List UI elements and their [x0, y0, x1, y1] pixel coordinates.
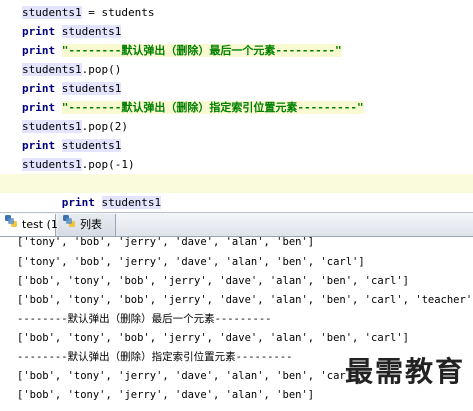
console-line: --------默认弹出（删除）最后一个元素--------- [17, 313, 272, 325]
code-token: .pop(2) [81, 120, 128, 133]
code-token: = students [81, 6, 155, 19]
console-line: ['bob', 'tony', 'bob', 'jerry', 'dave', … [17, 332, 409, 344]
code-line[interactable]: students1.pop(-1) [22, 155, 135, 174]
code-token: .pop() [81, 63, 122, 76]
tab-label: test (1) [22, 218, 63, 231]
identifier-token: students1 [61, 82, 122, 95]
keyword-token: print [61, 196, 95, 209]
code-line[interactable]: print students1 [22, 22, 122, 41]
keyword-token: print [22, 44, 56, 57]
ide-window: students1 = students print students1 print… [0, 0, 473, 411]
identifier-token: students1 [22, 63, 82, 76]
string-token: "--------默认弹出（删除）最后一个元素---------" [61, 44, 342, 57]
keyword-token: print [22, 101, 56, 114]
code-line[interactable]: print students1 [22, 136, 122, 155]
identifier-token: students1 [22, 6, 82, 19]
string-token: "--------默认弹出（删除）指定索引位置元素---------" [61, 101, 364, 114]
code-line[interactable]: print students1 [22, 79, 122, 98]
identifier-token: students1 [22, 158, 82, 171]
console-tab-bar: test (1) 列表 [0, 212, 473, 237]
console-line: ['bob', 'tony', 'jerry', 'dave', 'alan',… [17, 370, 365, 382]
python-file-icon [62, 214, 76, 236]
tab-label: 列表 [80, 218, 102, 231]
keyword-token: print [22, 82, 56, 95]
watermark-logo: 最需教育 [344, 355, 465, 388]
console-line: ['bob', 'tony', 'bob', 'jerry', 'dave', … [17, 275, 409, 287]
keyword-token: print [22, 25, 56, 38]
console-line: ['tony', 'bob', 'jerry', 'dave', 'alan',… [17, 237, 315, 248]
tab-list[interactable]: 列表 [58, 214, 116, 236]
code-line[interactable]: students1.pop(2) [22, 117, 128, 136]
console-line: ['bob', 'tony', 'jerry', 'dave', 'alan',… [17, 389, 315, 401]
code-token: .pop(-1) [81, 158, 135, 171]
python-file-icon [4, 214, 18, 236]
console-line: ['bob', 'tony', 'bob', 'jerry', 'dave', … [17, 294, 473, 306]
tab-test-1[interactable]: test (1) [0, 214, 62, 236]
keyword-token: print [22, 139, 56, 152]
identifier-token: students1 [22, 120, 82, 133]
console-line: --------默认弹出（删除）指定索引位置元素--------- [17, 351, 293, 363]
code-line[interactable]: students1.pop() [22, 60, 121, 79]
code-line[interactable]: print "--------默认弹出（删除）指定索引位置元素---------… [22, 98, 364, 117]
code-line[interactable]: print "--------默认弹出（删除）最后一个元素---------" [22, 41, 342, 60]
identifier-token: students1 [61, 139, 122, 152]
current-line-highlight[interactable]: print students1 [0, 174, 473, 209]
identifier-token: students1 [61, 25, 122, 38]
console-line: ['tony', 'bob', 'jerry', 'dave', 'alan',… [17, 256, 365, 268]
code-line[interactable]: students1 = students [22, 3, 154, 22]
code-editor[interactable]: students1 = students print students1 print… [0, 0, 473, 212]
identifier-token: students1 [101, 196, 162, 209]
